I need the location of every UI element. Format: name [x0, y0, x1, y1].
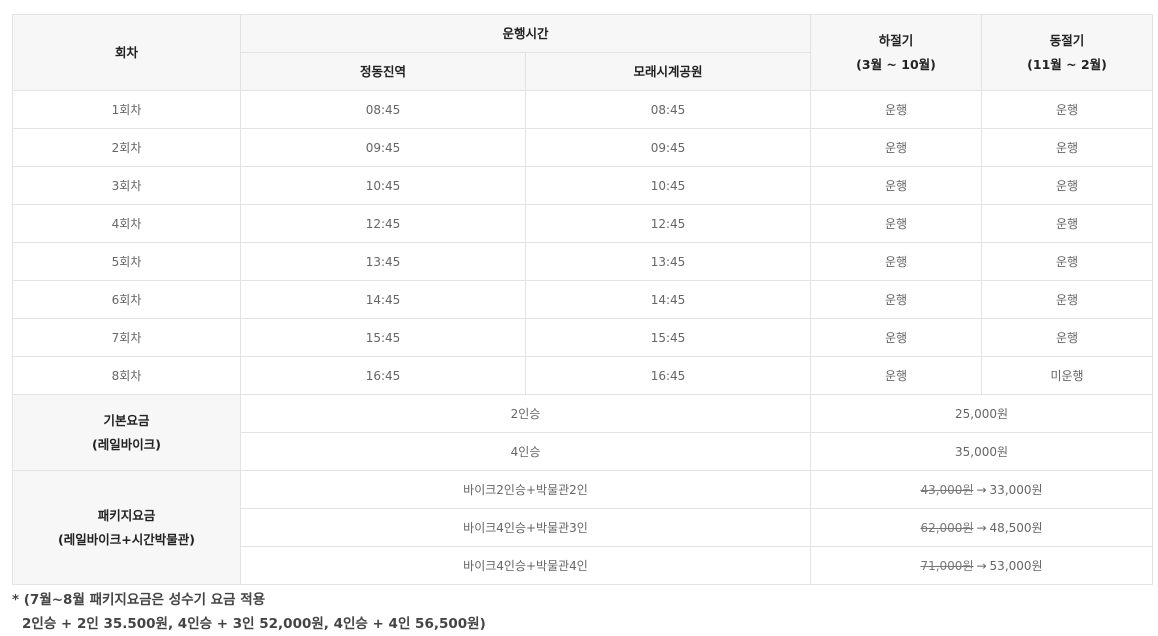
- basic-fare-price-cell: 35,000원: [810, 432, 1154, 471]
- header-winter-range: (11월 ~ 2월): [1027, 56, 1107, 72]
- time-cell-station1: 13:45: [240, 242, 526, 281]
- arrow-right-icon: →: [976, 558, 987, 573]
- package-fare-price-cell: 43,000원 → 33,000원: [810, 470, 1154, 509]
- package-fare-price-cell: 62,000원 → 48,500원: [810, 508, 1154, 547]
- winter-status-cell: 운행: [981, 318, 1154, 357]
- package-fare-label: 패키지요금: [97, 507, 156, 523]
- winter-status-cell: 운행: [981, 128, 1154, 167]
- table-row: 7회차 15:45 15:45 운행 운행: [12, 318, 1154, 357]
- old-price: 71,000원: [920, 558, 974, 573]
- package-fare-header: 패키지요금 (레일바이크+시간박물관): [12, 470, 241, 585]
- winter-status-cell: 운행: [981, 280, 1154, 319]
- basic-fare-type-cell: 2인승: [239, 394, 812, 433]
- time-cell-station1: 08:45: [240, 90, 526, 129]
- round-cell: 5회차: [12, 242, 241, 281]
- time-cell-station1: 16:45: [240, 356, 526, 395]
- basic-fare-header: 기본요금 (레일바이크): [12, 394, 241, 471]
- summer-status-cell: 운행: [810, 90, 983, 129]
- header-station-hourglass-park: 모래시계공원: [524, 52, 812, 91]
- summer-status-cell: 운행: [810, 280, 983, 319]
- time-cell-station1: 09:45: [240, 128, 526, 167]
- header-winter: 동절기 (11월 ~ 2월): [981, 14, 1154, 91]
- basic-fare-sublabel: (레일바이크): [92, 436, 161, 452]
- time-cell-station1: 10:45: [240, 166, 526, 205]
- time-cell-station2: 12:45: [524, 204, 812, 243]
- table-row: 8회차 16:45 16:45 운행 미운행: [12, 356, 1154, 395]
- summer-status-cell: 운행: [810, 356, 983, 395]
- time-cell-station2: 14:45: [524, 280, 812, 319]
- basic-fare-price-cell: 25,000원: [810, 394, 1154, 433]
- winter-status-cell: 운행: [981, 242, 1154, 281]
- round-cell: 6회차: [12, 280, 241, 319]
- time-cell-station2: 15:45: [524, 318, 812, 357]
- time-cell-station1: 14:45: [240, 280, 526, 319]
- table-row: 6회차 14:45 14:45 운행 운행: [12, 280, 1154, 319]
- round-cell: 3회차: [12, 166, 241, 205]
- old-price: 43,000원: [920, 482, 974, 497]
- new-price: 33,000원: [989, 482, 1043, 497]
- summer-status-cell: 운행: [810, 204, 983, 243]
- winter-status-cell: 미운행: [981, 356, 1154, 395]
- note-line-2: 2인승 + 2인 35.500원, 4인승 + 3인 52,000원, 4인승 …: [22, 616, 486, 632]
- schedule-table: 회차 운행시간 하절기 (3월 ~ 10월) 동절기 (11월 ~ 2월) 정동…: [12, 14, 1154, 585]
- fare-schedule-container: 회차 운행시간 하절기 (3월 ~ 10월) 동절기 (11월 ~ 2월) 정동…: [12, 14, 1154, 585]
- winter-status-cell: 운행: [981, 166, 1154, 205]
- round-cell: 8회차: [12, 356, 241, 395]
- new-price: 48,500원: [989, 520, 1043, 535]
- package-fare-price-cell: 71,000원 → 53,000원: [810, 546, 1154, 585]
- time-cell-station2: 08:45: [524, 90, 812, 129]
- time-cell-station2: 13:45: [524, 242, 812, 281]
- note-line-1: * (7월~8월 패키지요금은 성수기 요금 적용: [12, 592, 266, 608]
- time-cell-station1: 12:45: [240, 204, 526, 243]
- table-row: 2회차 09:45 09:45 운행 운행: [12, 128, 1154, 167]
- basic-fare-row: 기본요금 (레일바이크) 2인승 25,000원: [12, 394, 1154, 471]
- table-row: 4회차 12:45 12:45 운행 운행: [12, 204, 1154, 243]
- winter-status-cell: 운행: [981, 90, 1154, 129]
- summer-status-cell: 운행: [810, 242, 983, 281]
- package-fare-type-cell: 바이크4인승+박물관3인: [239, 508, 812, 547]
- round-cell: 7회차: [12, 318, 241, 357]
- basic-fare-label: 기본요금: [103, 412, 150, 428]
- arrow-right-icon: →: [976, 520, 987, 535]
- old-price: 62,000원: [920, 520, 974, 535]
- header-summer-label: 하절기: [878, 32, 914, 48]
- basic-fare-type-cell: 4인승: [239, 432, 812, 471]
- header-winter-label: 동절기: [1049, 32, 1085, 48]
- round-cell: 4회차: [12, 204, 241, 243]
- header-operating-time: 운행시간: [239, 14, 812, 53]
- package-fare-type-cell: 바이크2인승+박물관2인: [239, 470, 812, 509]
- time-cell-station2: 09:45: [524, 128, 812, 167]
- table-row: 3회차 10:45 10:45 운행 운행: [12, 166, 1154, 205]
- package-fare-type-cell: 바이크4인승+박물관4인: [239, 546, 812, 585]
- summer-status-cell: 운행: [810, 318, 983, 357]
- time-cell-station2: 16:45: [524, 356, 812, 395]
- round-cell: 2회차: [12, 128, 241, 167]
- package-fare-sublabel: (레일바이크+시간박물관): [58, 531, 195, 547]
- winter-status-cell: 운행: [981, 204, 1154, 243]
- time-cell-station2: 10:45: [524, 166, 812, 205]
- summer-status-cell: 운행: [810, 166, 983, 205]
- summer-status-cell: 운행: [810, 128, 983, 167]
- table-row: 1회차 08:45 08:45 운행 운행: [12, 90, 1154, 129]
- new-price: 53,000원: [989, 558, 1043, 573]
- header-summer: 하절기 (3월 ~ 10월): [810, 14, 983, 91]
- time-cell-station1: 15:45: [240, 318, 526, 357]
- table-row: 5회차 13:45 13:45 운행 운행: [12, 242, 1154, 281]
- arrow-right-icon: →: [976, 482, 987, 497]
- header-station-jeongdongjin: 정동진역: [240, 52, 526, 91]
- package-fare-row: 패키지요금 (레일바이크+시간박물관) 바이크2인승+박물관2인 43,000원…: [12, 470, 1154, 585]
- peak-season-note: * (7월~8월 패키지요금은 성수기 요금 적용 2인승 + 2인 35.50…: [12, 588, 486, 636]
- header-summer-range: (3월 ~ 10월): [856, 56, 936, 72]
- header-round: 회차: [12, 14, 241, 91]
- round-cell: 1회차: [12, 90, 241, 129]
